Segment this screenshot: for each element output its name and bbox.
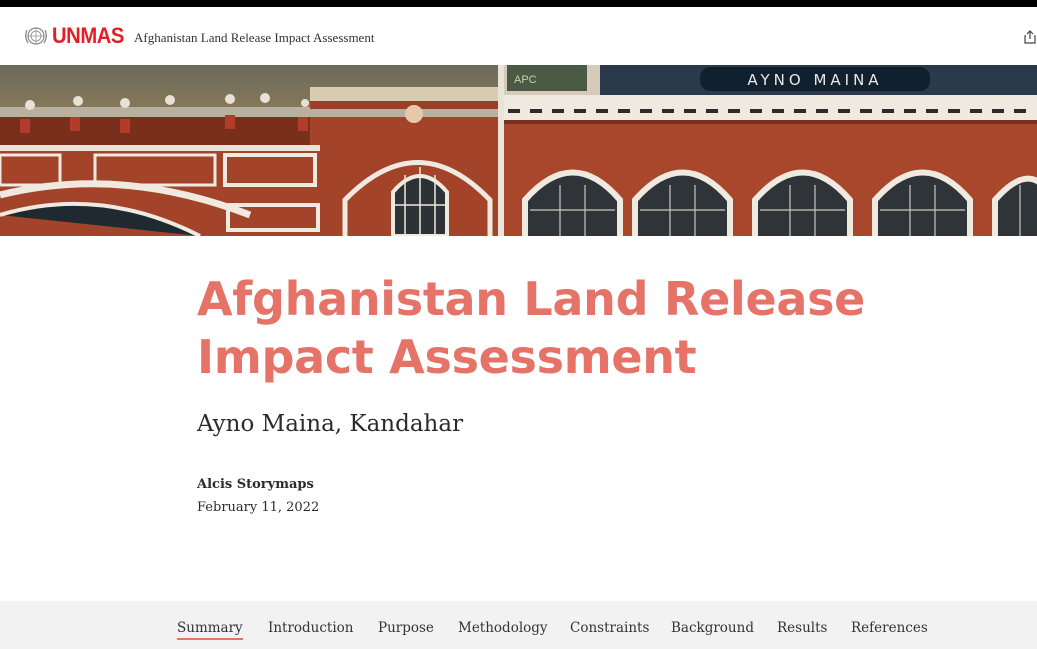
nav-item-background[interactable]: Background: [671, 620, 754, 637]
nav-item-purpose[interactable]: Purpose: [378, 620, 434, 637]
logo-text: UNMAS: [52, 23, 124, 48]
hero-sign-text: AYNO MAINA: [747, 71, 882, 89]
nav-item-results[interactable]: Results: [777, 620, 827, 637]
header: UNMAS Afghanistan Land Release Impact As…: [0, 7, 1037, 65]
section-navbar: Summary Introduction Purpose Methodology…: [0, 601, 1037, 649]
nav-item-methodology[interactable]: Methodology: [458, 620, 548, 637]
story-subtitle: Ayno Maina, Kandahar: [197, 411, 464, 437]
story-title: Afghanistan Land Release Impact Assessme…: [197, 272, 866, 384]
nav-item-references[interactable]: References: [851, 620, 928, 637]
hero-photo: APC AYNO MAINA: [0, 65, 1037, 236]
hero-sign-small: APC: [514, 74, 537, 86]
nav-item-constraints[interactable]: Constraints: [570, 620, 649, 637]
story-title-block: Afghanistan Land Release Impact Assessme…: [197, 270, 897, 386]
nav-item-summary[interactable]: Summary: [177, 620, 243, 640]
un-emblem-icon: [25, 27, 47, 45]
nav-item-introduction[interactable]: Introduction: [268, 620, 354, 637]
unmas-logo[interactable]: UNMAS: [24, 25, 130, 47]
story-author: Alcis Storymaps: [197, 477, 314, 492]
share-icon[interactable]: [1024, 30, 1036, 44]
story-date: February 11, 2022: [197, 500, 320, 515]
header-title: Afghanistan Land Release Impact Assessme…: [134, 30, 375, 45]
top-strip: [0, 0, 1037, 7]
hero-image: APC AYNO MAINA: [0, 65, 1037, 236]
